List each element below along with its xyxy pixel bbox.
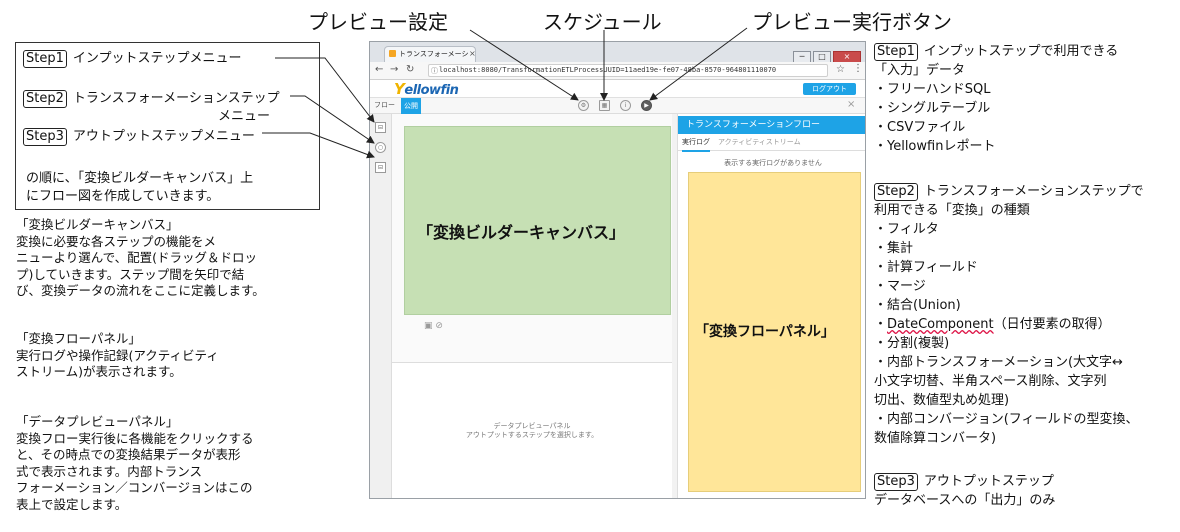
flow-panel-label: 「変換フローパネル」 (695, 324, 835, 340)
right-step1-tag: Step1 (874, 43, 918, 61)
right-step2-item: ・集計 (874, 241, 914, 256)
url-field[interactable]: localhost:8080/TransformationETLProcessU… (428, 64, 828, 77)
step-box-footer-1: の順に、「変換ビルダーキャンバス」上 (26, 171, 254, 186)
step2-text-cont: メニュー (218, 109, 271, 124)
right-step2-title: トランスフォーメーションステップで (923, 184, 1144, 199)
right-step2-tag: Step2 (874, 183, 918, 201)
canvas-label: 「変換ビルダーキャンバス」 (417, 223, 626, 242)
flow-menu-label[interactable]: フロー (374, 100, 395, 110)
tab-execution-log[interactable]: 実行ログ (682, 137, 710, 152)
right-step1-title2: 「入力」データ (874, 63, 966, 78)
yellowfin-favicon-icon (389, 50, 396, 57)
right-step2-item: ・内部トランスフォーメーション(大文字↔ (874, 355, 1123, 370)
step-menu-strip: ⊟ ○ ⊟ (370, 114, 392, 498)
preview-settings-icon[interactable]: ⚙ (578, 100, 589, 111)
right-step2-item: ・結合(Union) (874, 298, 961, 313)
right-step2-item: ・マージ (874, 279, 926, 294)
transformation-builder-canvas[interactable]: 「変換ビルダーキャンバス」 (404, 126, 671, 315)
builder-canvas-area: 「変換ビルダーキャンバス」 ▣ ⊘ データプレビューパネル アウトプットするステ… (392, 114, 672, 498)
right-step1-item: ・CSVファイル (874, 120, 966, 135)
data-preview-panel: データプレビューパネル アウトプットするステップを選択します。 (392, 362, 672, 498)
right-step2-item: 小文字切替、半角スペース削除、文字列 (874, 374, 1107, 389)
step3-line: Step3 アウトプットステップメニュー (23, 125, 255, 146)
step1-line: Step1 インプットステップメニュー (23, 47, 242, 68)
step-box-footer-2: にフロー図を作成していきます。 (26, 189, 220, 204)
browser-tab[interactable]: トランスフォーメーシ × (384, 46, 476, 62)
info-circle-icon[interactable]: i (620, 100, 631, 111)
callout-preview-settings: プレビュー設定 (308, 10, 448, 34)
browser-menu-icon[interactable]: ⋮ (853, 63, 863, 74)
tab-activity-stream[interactable]: アクティビティストリーム (718, 137, 801, 147)
right-step2-item: 切出、数値型丸め処理) (874, 393, 1010, 408)
browser-titlebar: トランスフォーメーシ × ─ □ × (370, 42, 865, 63)
step-menu-box: Step1 インプットステップメニュー Step2 トランスフォーメーションステップ… (15, 42, 320, 210)
step3-text: アウトプットステップメニュー (72, 129, 255, 144)
right-step2-item: ・フィルタ (874, 222, 939, 237)
preview-run-play-icon[interactable]: ▶ (641, 100, 652, 111)
right-step2-block: Step2 トランスフォーメーションステップで 利用できる「変換」の種類 ・フィル… (874, 182, 1144, 448)
bookmark-star-icon[interactable]: ☆ (836, 64, 845, 75)
input-step-icon[interactable]: ⊟ (375, 122, 386, 133)
datecomponent-desc: （日付要素の取得） (993, 317, 1111, 332)
transformation-flow-panel: トランスフォーメーションフロー 実行ログ アクティビティストリーム 表示する実行… (677, 114, 865, 498)
address-bar-row: ← → ↻ localhost:8080/TransformationETLPr… (370, 62, 865, 80)
right-step1-title: インプットステップで利用できる (923, 44, 1119, 59)
canvas-description: 「変換ビルダーキャンバス」 変換に必要な各ステップの機能をメ ニューより選んで、… (16, 217, 265, 298)
no-log-message: 表示する実行ログがありません (724, 159, 822, 167)
flow-tabs: 実行ログ アクティビティストリーム (678, 134, 865, 152)
right-step2-item: 数値除算コンバータ) (874, 431, 997, 446)
browser-window: トランスフォーメーシ × ─ □ × ← → ↻ localhost:8080/Tr… (369, 41, 866, 499)
right-step2-item: ・分割(複製) (874, 336, 950, 351)
preview-panel-description: 「データプレビューパネル」 変換フロー実行後に各機能をクリックする と、その時点… (16, 414, 254, 512)
right-step2-item: ・計算フィールド (874, 260, 978, 275)
publish-button[interactable]: 公開 (401, 98, 421, 114)
callout-preview-run-button: プレビュー実行ボタン (752, 10, 952, 34)
right-step2-item: ・DateComponent（日付要素の取得） (874, 317, 1111, 332)
right-step3-title: アウトプットステップ (923, 474, 1054, 489)
right-step1-item: ・Yellowfinレポート (874, 139, 996, 154)
right-step3-block: Step3 アウトプットステップ データベースへの「出力」のみ (874, 472, 1055, 510)
right-step3-tag: Step3 (874, 473, 918, 491)
right-step1-item: ・フリーハンドSQL (874, 82, 991, 97)
close-panel-icon[interactable]: × (847, 99, 855, 110)
datecomponent-term: DateComponent (887, 317, 994, 332)
right-step2-item: ・内部コンバージョン(フィールドの型変換、 (874, 412, 1139, 427)
info-icon: ⓘ (431, 67, 438, 75)
transformation-step-icon[interactable]: ○ (375, 142, 386, 153)
back-arrow-icon[interactable]: ← (375, 64, 383, 75)
step2-text: トランスフォーメーションステップ (72, 91, 280, 106)
window-controls: ─ □ × (791, 44, 861, 63)
output-step-icon[interactable]: ⊟ (375, 162, 386, 173)
step1-tag: Step1 (23, 50, 67, 68)
step2-tag: Step2 (23, 90, 67, 108)
tab-close-icon[interactable]: × (469, 47, 475, 61)
app-header: Yellowfin ログアウト (370, 80, 865, 98)
callout-schedule: スケジュール (543, 10, 662, 34)
step3-tag: Step3 (23, 128, 67, 146)
canvas-zoom-controls-icon[interactable]: ▣ ⊘ (424, 321, 443, 331)
schedule-icon[interactable]: ▦ (599, 100, 610, 111)
right-step2-title2: 利用できる「変換」の種類 (874, 203, 1030, 218)
flow-panel-description: 「変換フローパネル」 実行ログや操作記録(アクティビティ ストリーム)が表示され… (16, 331, 219, 379)
preview-placeholder-hint: アウトプットするステップを選択します。 (465, 431, 599, 439)
reload-icon[interactable]: ↻ (406, 64, 414, 75)
forward-arrow-icon[interactable]: → (390, 64, 398, 75)
step1-text: インプットステップメニュー (72, 51, 242, 66)
logout-button[interactable]: ログアウト (803, 83, 856, 95)
flow-panel-title: トランスフォーメーションフロー (678, 116, 865, 134)
yellowfin-logo: Yellowfin (394, 80, 459, 98)
flow-panel-content: 「変換フローパネル」 (688, 172, 861, 492)
right-step1-item: ・シングルテーブル (874, 101, 991, 116)
builder-toolbar: フロー 公開 ⚙ ▦ i ▶ × (370, 98, 865, 114)
tab-title: トランスフォーメーシ (399, 50, 469, 58)
right-step3-title2: データベースへの「出力」のみ (874, 493, 1056, 508)
right-step1-block: Step1 インプットステップで利用できる 「入力」データ ・フリーハンドSQL … (874, 42, 1118, 156)
